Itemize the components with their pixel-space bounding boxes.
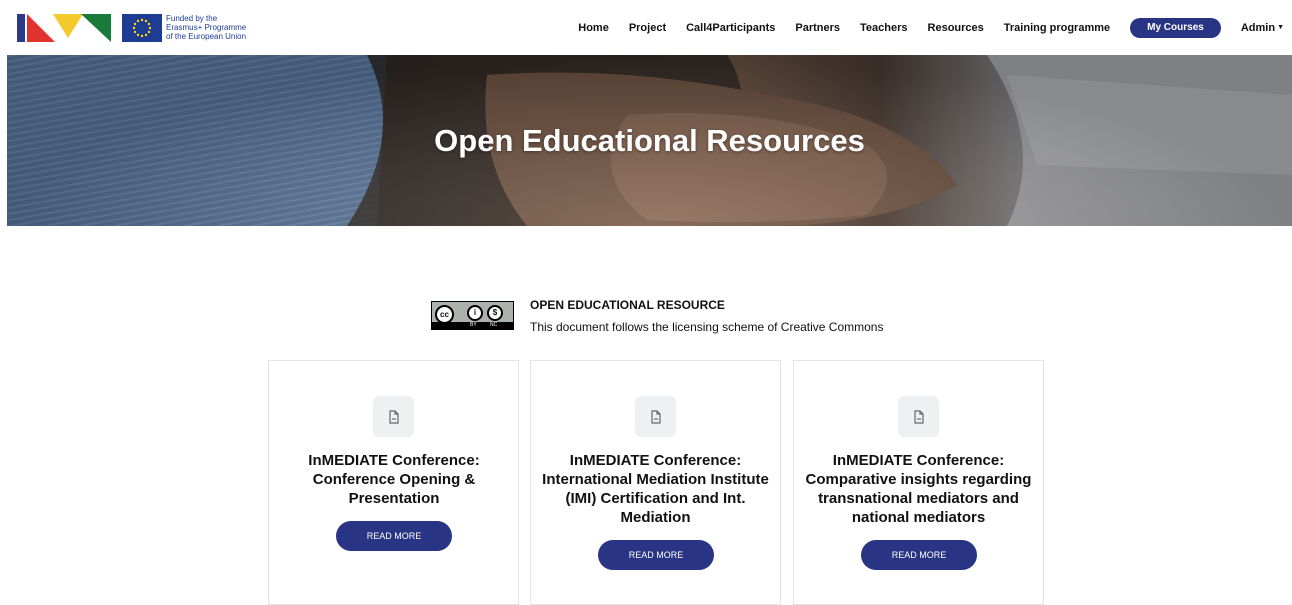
nav-call4participants[interactable]: Call4Participants [686, 22, 775, 34]
person-icon: i [467, 305, 483, 321]
resource-card: InMEDIATE Conference: Conference Opening… [268, 360, 519, 605]
creative-commons-badge[interactable]: cc i $ BY NC [431, 301, 514, 330]
eu-text-line: Funded by the [166, 14, 218, 23]
main-nav: Home Project Call4Participants Partners … [558, 0, 1284, 55]
my-courses-button[interactable]: My Courses [1130, 17, 1221, 38]
badge-tag-nc: NC [490, 322, 498, 328]
caret-down-icon: ▼ [1277, 23, 1284, 31]
nav-teachers[interactable]: Teachers [860, 22, 908, 34]
card-title: InMEDIATE Conference: Conference Opening… [308, 452, 480, 507]
site-header: Funded by the Erasmus+ Programme of the … [0, 0, 1292, 55]
card-title: InMEDIATE Conference: International Medi… [542, 452, 769, 526]
card-title: InMEDIATE Conference: Comparative insigh… [805, 452, 1032, 526]
eu-funding-text: Funded by the Erasmus+ Programme of the … [166, 14, 266, 41]
badge-tag-by: BY [470, 322, 477, 328]
eu-text-line: of the European Union [166, 32, 247, 41]
license-title: OPEN EDUCATIONAL RESOURCE [530, 298, 725, 312]
document-icon [898, 396, 939, 437]
nav-project[interactable]: Project [629, 22, 666, 34]
nav-partners[interactable]: Partners [795, 22, 840, 34]
site-logo[interactable] [17, 14, 111, 42]
eu-text-line: Erasmus+ Programme [166, 23, 247, 32]
document-icon [635, 396, 676, 437]
license-description: This document follows the licensing sche… [530, 320, 884, 334]
no-dollar-icon: $ [487, 305, 503, 321]
eu-flag-icon [122, 14, 162, 42]
resource-card: InMEDIATE Conference: International Medi… [530, 360, 781, 605]
document-icon [373, 396, 414, 437]
read-more-button[interactable]: READ MORE [861, 540, 977, 570]
resource-card: InMEDIATE Conference: Comparative insigh… [793, 360, 1044, 605]
admin-label: Admin [1240, 21, 1276, 34]
nav-training-programme[interactable]: Training programme [1004, 22, 1110, 34]
nav-home[interactable]: Home [578, 22, 609, 34]
read-more-button[interactable]: READ MORE [598, 540, 714, 570]
admin-menu[interactable]: Admin ▼ [1241, 22, 1284, 34]
hero-banner: Open Educational Resources [7, 55, 1292, 226]
read-more-button[interactable]: READ MORE [336, 521, 452, 551]
page-title: Open Educational Resources [434, 123, 865, 158]
nav-resources[interactable]: Resources [928, 22, 984, 34]
